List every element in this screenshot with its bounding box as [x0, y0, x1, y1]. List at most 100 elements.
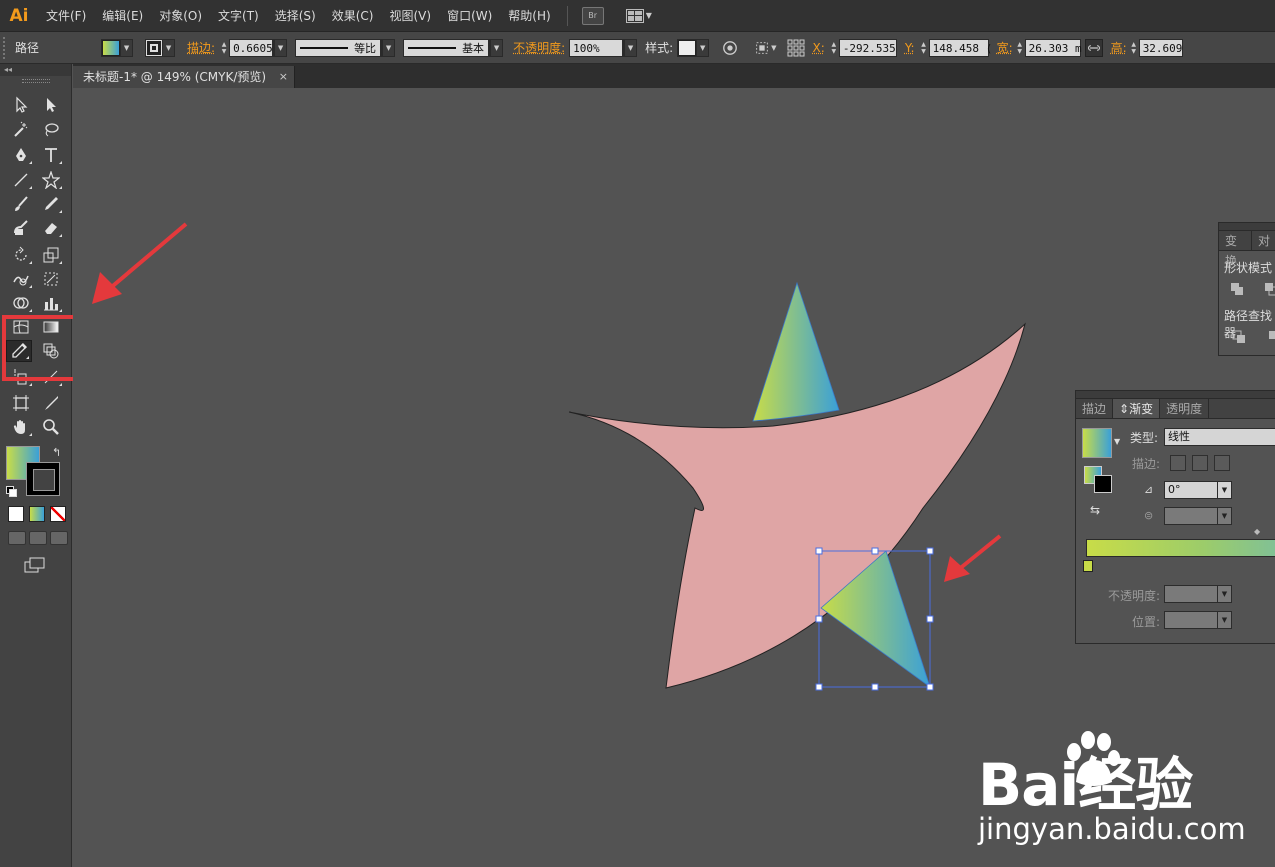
profile-dropdown[interactable]: ▼: [381, 38, 396, 57]
chevron-down-icon[interactable]: ▼: [771, 44, 776, 52]
unite-icon[interactable]: [1229, 281, 1245, 297]
default-fill-stroke-icon[interactable]: [6, 486, 17, 497]
gradient-tool[interactable]: [38, 316, 64, 338]
width-label[interactable]: 宽:: [997, 39, 1013, 56]
opacity-input[interactable]: 100%: [569, 38, 624, 57]
divide-icon[interactable]: [1231, 329, 1247, 345]
stroke-weight-stepper[interactable]: ▲ ▼: [219, 39, 229, 57]
color-mode-button[interactable]: [8, 506, 24, 522]
free-transform-tool[interactable]: [38, 268, 64, 290]
brush-definition[interactable]: 基本: [403, 38, 490, 57]
zoom-tool[interactable]: [38, 416, 64, 438]
menu-window[interactable]: 窗口(W): [439, 0, 500, 32]
x-position-input[interactable]: -292.535: [838, 38, 897, 57]
stroke-weight-dropdown[interactable]: ▼: [273, 38, 288, 57]
x-position-stepper[interactable]: ▲ ▼: [829, 39, 839, 57]
width-stepper[interactable]: ▲ ▼: [1015, 39, 1025, 57]
reference-point-icon[interactable]: [787, 39, 805, 57]
link-proportions-icon[interactable]: [1084, 38, 1103, 57]
stroke-color-swatch[interactable]: [26, 462, 60, 496]
artboard-tool[interactable]: [8, 392, 34, 414]
y-position-input[interactable]: 148.458 (: [928, 38, 992, 57]
blend-tool[interactable]: [38, 340, 64, 362]
trim-icon[interactable]: [1267, 329, 1275, 345]
graphic-style-dropdown[interactable]: ▼: [677, 38, 710, 57]
stroke-weight-label[interactable]: 描边:: [187, 39, 215, 56]
close-icon[interactable]: ×: [279, 66, 288, 88]
stroke-weight-input[interactable]: 0.6605: [229, 38, 274, 57]
recolor-artwork-icon[interactable]: [721, 39, 739, 57]
selection-tool[interactable]: [8, 94, 34, 116]
gradient-angle-input[interactable]: 0° ▼: [1164, 481, 1232, 499]
minus-front-icon[interactable]: [1263, 281, 1275, 297]
paintbrush-tool[interactable]: [8, 193, 34, 215]
star-tool[interactable]: [38, 169, 64, 191]
document-tab[interactable]: 未标题-1* @ 149% (CMYK/预览) ×: [73, 66, 295, 88]
brush-dropdown[interactable]: ▼: [489, 38, 504, 57]
tab-align[interactable]: 对: [1252, 231, 1275, 250]
panel-header[interactable]: [1219, 223, 1275, 231]
height-input[interactable]: 32.609: [1138, 38, 1183, 57]
y-position-stepper[interactable]: ▲ ▼: [919, 39, 929, 57]
opacity-label[interactable]: 不透明度:: [513, 39, 565, 56]
eraser-tool[interactable]: [38, 217, 64, 239]
opacity-dropdown[interactable]: ▼: [623, 38, 638, 57]
variable-width-profile[interactable]: 等比: [295, 38, 382, 57]
top-gradient-triangle[interactable]: [752, 281, 840, 422]
draw-inside-button[interactable]: [50, 531, 68, 545]
symbol-sprayer-tool[interactable]: [8, 366, 34, 388]
menu-edit[interactable]: 编辑(E): [94, 0, 151, 32]
fill-swatch-dropdown[interactable]: ▼: [101, 38, 134, 57]
stroke-along-icon[interactable]: [1192, 455, 1208, 471]
y-position-label[interactable]: Y:: [905, 41, 915, 55]
tools-panel-grip[interactable]: [21, 79, 50, 83]
shape-builder-tool[interactable]: [8, 292, 34, 314]
gradient-type-dropdown[interactable]: 线性: [1164, 428, 1275, 446]
magic-wand-tool[interactable]: [8, 119, 34, 141]
tab-transparency[interactable]: 透明度: [1160, 399, 1210, 418]
height-stepper[interactable]: ▲ ▼: [1129, 39, 1139, 57]
pen-tool[interactable]: [8, 144, 34, 166]
gradient-slider-bar[interactable]: [1086, 539, 1275, 557]
slice-tool[interactable]: [38, 366, 64, 388]
aspect-ratio-input[interactable]: ▼: [1164, 507, 1232, 525]
midpoint-diamond-icon[interactable]: ◆: [1254, 527, 1260, 536]
reverse-gradient-icon[interactable]: ⇆: [1090, 503, 1100, 517]
screen-mode-button[interactable]: [24, 557, 46, 573]
menu-help[interactable]: 帮助(H): [500, 0, 558, 32]
mesh-tool[interactable]: [8, 316, 34, 338]
tab-stroke[interactable]: 描边: [1076, 399, 1114, 418]
warp-tool[interactable]: [8, 268, 34, 290]
gradient-location-input[interactable]: ▼: [1164, 611, 1232, 629]
gradient-color-stop[interactable]: [1083, 560, 1093, 572]
tab-transform[interactable]: 变换: [1219, 231, 1252, 268]
gradient-opacity-input[interactable]: ▼: [1164, 585, 1232, 603]
type-tool[interactable]: [38, 144, 64, 166]
gradient-mode-button[interactable]: [29, 506, 45, 522]
bridge-button[interactable]: Br: [581, 6, 604, 25]
pencil-tool[interactable]: [38, 193, 64, 215]
chevron-down-icon[interactable]: ▼: [1114, 437, 1120, 446]
x-position-label[interactable]: X:: [813, 41, 825, 55]
rotate-tool[interactable]: [8, 244, 34, 266]
panel-header[interactable]: [1076, 391, 1275, 399]
collapse-icon[interactable]: ◂◂: [0, 64, 71, 76]
stroke-mini-swatch[interactable]: [1094, 475, 1112, 493]
swap-fill-stroke-icon[interactable]: ↰: [52, 446, 61, 459]
height-label[interactable]: 高:: [1111, 39, 1127, 56]
menu-select[interactable]: 选择(S): [267, 0, 324, 32]
width-input[interactable]: 26.303 m: [1024, 38, 1082, 57]
draw-normal-button[interactable]: [8, 531, 26, 545]
gradient-preview-swatch[interactable]: [1082, 428, 1112, 458]
menu-effect[interactable]: 效果(C): [324, 0, 382, 32]
knife-tool[interactable]: [38, 392, 64, 414]
tab-gradient[interactable]: ⇕渐变: [1113, 399, 1161, 418]
workspace-layout-button[interactable]: ▼: [625, 8, 652, 23]
menu-type[interactable]: 文字(T): [210, 0, 267, 32]
none-mode-button[interactable]: [50, 506, 66, 522]
direct-selection-tool[interactable]: [38, 94, 64, 116]
lasso-tool[interactable]: [38, 119, 64, 141]
column-graph-tool[interactable]: [38, 292, 64, 314]
hand-tool[interactable]: [8, 416, 34, 438]
blob-brush-tool[interactable]: [8, 217, 34, 239]
